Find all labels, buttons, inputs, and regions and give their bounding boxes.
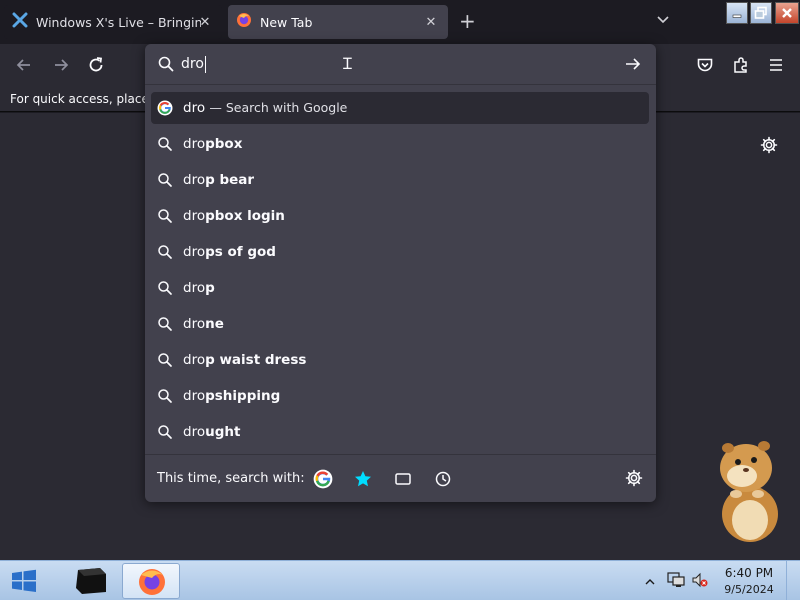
search-settings-gear-icon[interactable] [625, 469, 645, 489]
tab-close-icon[interactable]: ✕ [196, 13, 214, 31]
search-icon [157, 316, 173, 332]
search-icon [157, 208, 173, 224]
suggestion-text: drop bear [183, 172, 255, 188]
suggestion-row[interactable]: drop waist dress [151, 344, 649, 376]
search-icon [157, 244, 173, 260]
show-hidden-icons-chevron-icon[interactable] [645, 575, 655, 590]
bookmarks-empty-message: For quick access, place yo [10, 92, 168, 106]
tab-strip: Windows X's Live – Bringing the ✕ New Ta… [0, 0, 800, 44]
suggestion-row[interactable]: drop [151, 272, 649, 304]
search-icon [157, 388, 173, 404]
suggestion-row[interactable]: drone [151, 308, 649, 340]
go-arrow-icon[interactable] [623, 54, 643, 78]
firefox-icon [236, 12, 252, 32]
suggestion-text: drone [183, 316, 224, 332]
suggestion-text: dropshipping [183, 388, 281, 404]
one-off-search-label: This time, search with: [157, 471, 305, 486]
divider [145, 84, 656, 85]
terminal-app-icon[interactable] [70, 564, 112, 598]
search-icon [157, 172, 173, 188]
hamster-image [720, 441, 778, 542]
windows-x-live-favicon [12, 12, 28, 32]
mouse-ibeam-cursor: Ɪ [343, 54, 352, 73]
tab-new-tab[interactable]: New Tab ✕ [228, 5, 448, 39]
back-arrow-icon[interactable] [14, 55, 34, 75]
close-window-button[interactable] [775, 2, 799, 24]
google-icon [157, 100, 173, 116]
suggestion-text: dropbox [183, 136, 243, 152]
network-icon[interactable] [667, 572, 685, 592]
search-icon [157, 352, 173, 368]
suggestion-row[interactable]: drought [151, 416, 649, 448]
reload-icon[interactable] [86, 55, 106, 75]
bookmarks-star-icon[interactable] [353, 469, 373, 489]
google-engine-icon[interactable] [313, 469, 333, 489]
personalize-gear-icon[interactable] [760, 136, 778, 158]
urlbar-input-row: Ɪ [145, 44, 656, 84]
minimize-button[interactable] [726, 2, 748, 24]
urlbar-input[interactable] [181, 53, 601, 75]
restore-button[interactable] [750, 2, 772, 24]
firefox-taskbar-button[interactable] [122, 563, 180, 599]
tab-close-icon[interactable]: ✕ [422, 13, 440, 31]
history-clock-icon[interactable] [433, 469, 453, 489]
suggestion-row[interactable]: drop bear [151, 164, 649, 196]
forward-arrow-icon[interactable] [51, 55, 71, 75]
show-desktop-button[interactable] [786, 561, 800, 600]
text-caret [205, 56, 206, 73]
search-icon [157, 424, 173, 440]
suggestion-text: drop waist dress [183, 352, 307, 368]
hamburger-menu-icon[interactable] [766, 55, 786, 75]
tab-title: Windows X's Live – Bringing the [36, 14, 201, 30]
tab-windows-x-live[interactable]: Windows X's Live – Bringing the ✕ [4, 5, 222, 39]
suggestion-text: drought [183, 424, 241, 440]
clock-date[interactable]: 9/5/2024 [722, 583, 776, 596]
suggestion-row[interactable]: dropshipping [151, 380, 649, 412]
volume-muted-icon[interactable] [691, 572, 709, 592]
suggestion-row[interactable]: dropbox login [151, 200, 649, 232]
search-with-google-row[interactable]: dro — Search with Google [151, 92, 649, 124]
pocket-icon[interactable] [695, 55, 715, 75]
suggestion-text: drop [183, 280, 215, 296]
suggestion-text: dropbox login [183, 208, 285, 224]
new-tab-plus-icon[interactable]: + [459, 11, 476, 31]
search-icon [157, 55, 175, 77]
suggestion-text: drops of god [183, 244, 276, 260]
search-icon [157, 280, 173, 296]
search-icon [157, 136, 173, 152]
windows-start-icon[interactable] [10, 569, 38, 597]
list-all-tabs-chevron-icon[interactable] [656, 14, 670, 29]
extensions-puzzle-icon[interactable] [731, 55, 751, 75]
divider [145, 454, 656, 455]
suggestion-row[interactable]: drops of god [151, 236, 649, 268]
google-row-label: dro — Search with Google [183, 100, 348, 116]
suggestion-row[interactable]: dropbox [151, 128, 649, 160]
urlbar-popup: Ɪ dro — Search with Google dropbox drop … [145, 44, 656, 502]
tabs-icon[interactable] [393, 469, 413, 489]
tab-title: New Tab [260, 14, 313, 30]
clock-time[interactable]: 6:40 PM [722, 566, 776, 580]
taskbar: 6:40 PM 9/5/2024 [0, 560, 800, 600]
